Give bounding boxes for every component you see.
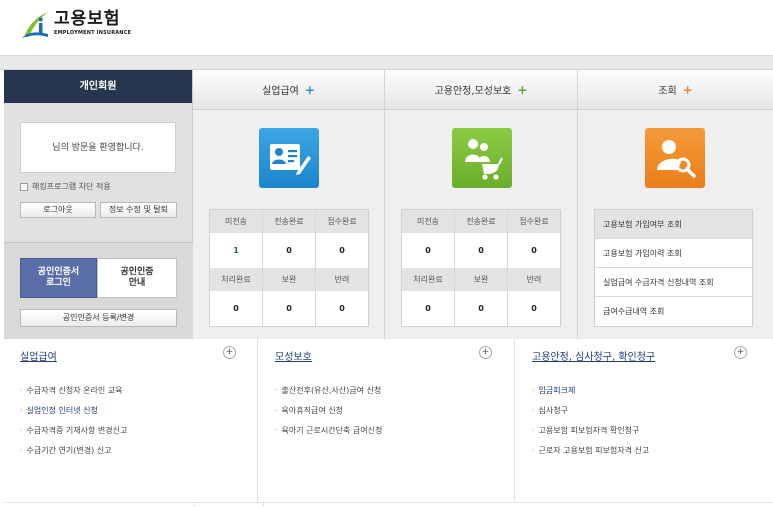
stat-label: 접수완료 [508,210,560,233]
unemployment-service-header[interactable]: 실업급여 + [193,70,384,110]
stat-label: 처리완료 [402,268,455,291]
employment-insurance-logo-icon [22,12,48,38]
stat-value[interactable]: 0 [263,233,316,268]
site-header: 고용보험 EMPLOYMENT INSURANCE [0,0,773,56]
cert-register-button[interactable]: 공인인증서 등록/변경 [20,309,177,327]
inquiry-plus-icon[interactable]: + [683,83,693,97]
cert-login-label-line2: 로그인 [46,278,71,288]
section-link[interactable]: 수급자격 신청자 온라인 교육 [20,381,127,401]
stat-label: 반려 [316,268,368,291]
unemployment-service-column: 실업급여 + 미전송 전송완료 접수완료 1 0 0 처리완료 보완 반려 0 … [193,70,385,340]
bottom-divider [4,502,773,503]
member-panel: 개인회원 님의 방문을 환영합니다. 해킹프로그램 차단 적용 로그아웃 정보 … [4,70,193,340]
section-link[interactable]: 육아휴직급여 신청 [275,401,382,421]
inquiry-service-header[interactable]: 조회 + [578,70,773,110]
main-panel: 개인회원 님의 방문을 환영합니다. 해킹프로그램 차단 적용 로그아웃 정보 … [4,69,773,340]
cert-guide-label-line1: 공인인증 [120,267,154,277]
member-panel-title: 개인회원 [4,70,192,103]
id-card-edit-icon[interactable] [259,128,319,188]
stat-label: 접수완료 [316,210,368,233]
unemployment-status-table: 미전송 전송완료 접수완료 1 0 0 처리완료 보완 반려 0 0 0 [209,209,369,327]
stat-value[interactable]: 0 [316,233,368,268]
maternity-section-title[interactable]: 모성보호 [275,348,312,363]
stability-status-table: 미전송 전송완료 접수완료 0 0 0 처리완료 보완 반려 0 0 0 [401,209,561,327]
stat-value[interactable]: 0 [508,291,560,326]
bottom-sections: 실업급여 + 수급자격 신청자 온라인 교육 실업인정 인터넷 신청 수급자격증… [4,339,773,507]
maternity-section: 모성보호 + 출산전후(유산,사산)급여 신청 육아휴직급여 신청 육아기 근로… [259,339,515,502]
stat-value[interactable]: 0 [316,291,368,326]
inquiry-item[interactable]: 고용보험 가입여부 조회 [595,210,752,239]
id-card-edit-graphic [270,144,311,175]
stat-label: 보완 [455,268,508,291]
inquiry-list: 고용보험 가입여부 조회 고용보험 가입이력 조회 실업급여 수급자격 신청내역… [594,209,753,327]
cert-guide-label-line2: 안내 [128,278,146,288]
section-link[interactable]: 임금피크제 [532,381,649,401]
section-link[interactable]: 출산전후(유산,사산)급여 신청 [275,381,382,401]
stability-service-header[interactable]: 고용안정,모성보호 + [385,70,577,110]
inquiry-service-title: 조회 [658,86,677,97]
stat-value[interactable]: 0 [508,233,560,268]
stat-value[interactable]: 0 [455,233,508,268]
stability-link-list: 임금피크제 심사청구 고용보험 피보험자격 확인청구 근로자 고용보험 피보험자… [532,381,650,461]
stability-more-icon[interactable]: + [734,346,747,359]
section-link[interactable]: 수급기간 연기(변경) 신고 [20,441,127,461]
stability-service-column: 고용안정,모성보호 + 미전송 전송완료 접수완료 0 0 0 처리완료 보완 … [385,70,578,340]
stability-section-title[interactable]: 고용안정, 심사청구, 확인청구 [532,348,655,363]
maternity-more-icon[interactable]: + [479,346,492,359]
inquiry-item[interactable]: 급여수급내역 조회 [595,297,752,326]
hack-block-label: 해킹프로그램 차단 적용 [32,182,111,191]
unemployment-section: 실업급여 + 수급자격 신청자 온라인 교육 실업인정 인터넷 신청 수급자격증… [4,339,258,502]
stability-plus-icon[interactable]: + [517,83,527,97]
stat-label: 처리완료 [210,268,263,291]
stat-value[interactable]: 0 [263,291,316,326]
user-search-graphic [657,140,696,178]
section-link[interactable]: 수급자격증 기재사항 변경신고 [20,421,128,441]
cert-login-label-line1: 공인인증서 [37,267,80,277]
logo-text: 고용보험 EMPLOYMENT INSURANCE [54,9,132,37]
site-logo[interactable]: 고용보험 EMPLOYMENT INSURANCE [20,10,131,44]
bottom-tab-stub [194,502,264,506]
family-stroller-icon[interactable] [452,128,512,188]
stability-section: 고용안정, 심사청구, 확인청구 + 임금피크제 심사청구 고용보험 피보험자격… [516,339,773,502]
stat-value[interactable]: 0 [402,233,455,268]
maternity-link-list: 출산전후(유산,사산)급여 신청 육아휴직급여 신청 육아기 근로시간단축 급여… [275,381,383,441]
section-link[interactable]: 고용보험 피보험자격 확인청구 [532,421,649,441]
stat-label: 미전송 [402,210,455,233]
edit-info-button[interactable]: 정보 수정 및 탈퇴 [100,202,177,218]
stat-value[interactable]: 0 [210,291,263,326]
family-stroller-graphic [465,139,503,180]
unemployment-service-title: 실업급여 [262,86,299,97]
inquiry-service-column: 조회 + 고용보험 가입여부 조회 고용보험 가입이력 조회 실업급여 수급자격 … [578,70,773,340]
stat-value[interactable]: 0 [402,291,455,326]
stat-label: 반려 [508,268,560,291]
inquiry-item[interactable]: 고용보험 가입이력 조회 [595,239,752,268]
stat-label: 전송완료 [263,210,316,233]
logout-button[interactable]: 로그아웃 [20,202,96,218]
logo-korean: 고용보험 [54,9,121,29]
stat-value[interactable]: 1 [210,233,263,268]
header-divider-band [0,56,773,70]
inquiry-item[interactable]: 실업급여 수급자격 신청내역 조회 [595,268,752,297]
welcome-message: 님의 방문을 환영합니다. [20,122,176,173]
hack-block-option[interactable]: 해킹프로그램 차단 적용 [20,181,111,192]
stat-label: 미전송 [210,210,263,233]
section-link[interactable]: 육아기 근로시간단축 급여신청 [275,421,383,441]
section-link[interactable]: 실업인정 인터넷 신청 [20,401,127,421]
stat-value[interactable]: 0 [455,291,508,326]
logo-english: EMPLOYMENT INSURANCE [54,30,132,36]
stat-label: 보완 [263,268,316,291]
user-search-icon[interactable] [645,128,705,188]
section-link[interactable]: 근로자 고용보험 피보험자격 신고 [532,441,650,461]
unemployment-link-list: 수급자격 신청자 온라인 교육 실업인정 인터넷 신청 수급자격증 기재사항 변… [20,381,128,461]
stat-label: 전송완료 [455,210,508,233]
certificate-area: 공인인증서 로그인 공인인증 안내 공인인증서 등록/변경 [4,242,193,340]
stability-service-title: 고용안정,모성보호 [434,86,512,97]
unemployment-more-icon[interactable]: + [223,346,236,359]
cert-login-button[interactable]: 공인인증서 로그인 [20,258,97,298]
unemployment-plus-icon[interactable]: + [305,83,315,97]
hack-block-checkbox[interactable] [20,182,28,191]
cert-guide-button[interactable]: 공인인증 안내 [97,258,177,298]
section-link[interactable]: 심사청구 [532,401,649,421]
unemployment-section-title[interactable]: 실업급여 [20,348,57,363]
